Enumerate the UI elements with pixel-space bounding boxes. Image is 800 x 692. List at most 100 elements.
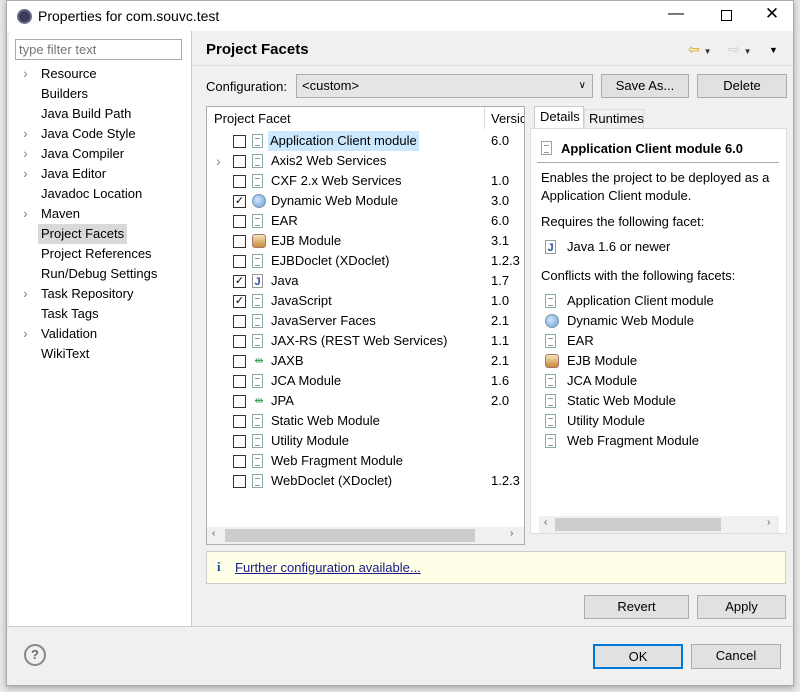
tree-item-project-facets[interactable]: Project Facets	[38, 224, 128, 244]
details-horizontal-scrollbar[interactable]: ‹ ›	[539, 516, 779, 533]
tree-item-maven[interactable]: Maven	[41, 204, 80, 224]
facet-row[interactable]: Utility Module	[207, 431, 524, 451]
tree-item-wikitext[interactable]: WikiText	[41, 344, 89, 364]
tab-runtimes[interactable]: Runtimes	[584, 109, 644, 128]
tree-item-java-compiler[interactable]: Java Compiler	[41, 144, 124, 164]
tree-item-resource[interactable]: Resource	[41, 64, 97, 84]
facet-checkbox[interactable]: ✓	[233, 295, 246, 308]
ok-button[interactable]: OK	[593, 644, 683, 669]
document-icon	[545, 434, 556, 448]
configuration-select[interactable]: <custom> ∨	[296, 74, 593, 98]
facet-checkbox[interactable]	[233, 315, 246, 328]
maximize-button[interactable]	[711, 5, 741, 27]
tree-item-javadoc-location[interactable]: Javadoc Location	[41, 184, 142, 204]
conflicts-item: Web Fragment Module	[541, 431, 781, 451]
expand-chevron-icon[interactable]: ›	[23, 205, 28, 221]
tree-item-java-build-path[interactable]: Java Build Path	[41, 104, 131, 124]
expand-chevron-icon[interactable]: ›	[23, 325, 28, 341]
horizontal-scrollbar[interactable]: ‹ ›	[207, 527, 524, 544]
facet-checkbox[interactable]	[233, 375, 246, 388]
back-icon[interactable]: ⇦ ▼	[688, 41, 712, 58]
details-panel: Application Client module 6.0 Enables th…	[530, 128, 787, 534]
facet-row[interactable]: › Axis2 Web Services	[207, 151, 524, 171]
facet-checkbox[interactable]	[233, 415, 246, 428]
scrollbar-thumb[interactable]	[225, 529, 475, 542]
facet-row[interactable]: ⇹ JAXB 2.1	[207, 351, 524, 371]
document-icon	[252, 214, 263, 228]
tree-item-java-code-style[interactable]: Java Code Style	[41, 124, 136, 144]
conflicts-item: EJB Module	[541, 351, 781, 371]
facet-checkbox[interactable]	[233, 175, 246, 188]
facet-checkbox[interactable]	[233, 435, 246, 448]
facet-name: EJBDoclet (XDoclet)	[271, 253, 390, 268]
facet-row[interactable]: JCA Module 1.6	[207, 371, 524, 391]
facet-row[interactable]: Static Web Module	[207, 411, 524, 431]
tree-item-task-repository[interactable]: Task Repository	[41, 284, 133, 304]
facet-row[interactable]: Application Client module 6.0	[207, 131, 524, 151]
tree-item-validation[interactable]: Validation	[41, 324, 97, 344]
facet-name: EJB Module	[271, 233, 342, 248]
facet-row[interactable]: CXF 2.x Web Services 1.0	[207, 171, 524, 191]
forward-icon[interactable]: ⇨ ▼	[728, 41, 752, 58]
filter-input[interactable]	[15, 39, 182, 60]
facet-version: 3.0	[491, 193, 510, 208]
document-icon	[252, 174, 263, 188]
expand-chevron-icon[interactable]: ›	[23, 125, 28, 141]
expand-chevron-icon[interactable]: ›	[23, 285, 28, 301]
facet-row[interactable]: JAX-RS (REST Web Services) 1.1	[207, 331, 524, 351]
facet-row[interactable]: EAR 6.0	[207, 211, 524, 231]
further-configuration-link[interactable]: Further configuration available...	[235, 560, 421, 575]
facet-row[interactable]: ⇹ JPA 2.0	[207, 391, 524, 411]
java-icon: J	[545, 240, 556, 254]
facet-row[interactable]: ✓ JavaScript 1.0	[207, 291, 524, 311]
facet-checkbox[interactable]	[233, 335, 246, 348]
tree-item-task-tags[interactable]: Task Tags	[41, 304, 99, 324]
expand-chevron-icon[interactable]: ›	[216, 151, 221, 171]
column-header-version[interactable]: Versic	[491, 111, 524, 126]
facet-checkbox[interactable]	[233, 235, 246, 248]
view-menu-icon[interactable]: ▼	[769, 45, 778, 55]
facet-version: 1.0	[491, 293, 510, 308]
facet-row[interactable]: EJBDoclet (XDoclet) 1.2.3	[207, 251, 524, 271]
facet-checkbox[interactable]: ✓	[233, 195, 246, 208]
facet-checkbox[interactable]	[233, 155, 246, 168]
scrollbar-thumb[interactable]	[555, 518, 721, 531]
apply-button[interactable]: Apply	[697, 595, 786, 619]
tree-item-java-editor[interactable]: Java Editor	[41, 164, 106, 184]
facet-checkbox[interactable]	[233, 135, 246, 148]
facet-checkbox[interactable]	[233, 475, 246, 488]
tree-item-builders[interactable]: Builders	[41, 84, 88, 104]
conflicts-item: Dynamic Web Module	[541, 311, 781, 331]
facet-checkbox[interactable]	[233, 395, 246, 408]
facet-row[interactable]: JavaServer Faces 2.1	[207, 311, 524, 331]
facet-name: Axis2 Web Services	[271, 153, 387, 168]
facet-row[interactable]: EJB Module 3.1	[207, 231, 524, 251]
facet-version: 1.7	[491, 273, 510, 288]
tree-item-project-references[interactable]: Project References	[41, 244, 152, 264]
requires-label: Requires the following facet:	[541, 214, 705, 229]
facet-row[interactable]: ✓ Dynamic Web Module 3.0	[207, 191, 524, 211]
facet-name: JAX-RS (REST Web Services)	[271, 333, 448, 348]
facet-checkbox[interactable]: ✓	[233, 275, 246, 288]
tab-details[interactable]: Details	[534, 106, 584, 128]
document-icon	[252, 454, 263, 468]
column-header-facet[interactable]: Project Facet	[214, 111, 291, 126]
facet-row[interactable]: WebDoclet (XDoclet) 1.2.3	[207, 471, 524, 491]
save-as-button[interactable]: Save As...	[601, 74, 689, 98]
delete-button[interactable]: Delete	[697, 74, 787, 98]
expand-chevron-icon[interactable]: ›	[23, 65, 28, 81]
expand-chevron-icon[interactable]: ›	[23, 165, 28, 181]
expand-chevron-icon[interactable]: ›	[23, 145, 28, 161]
facet-checkbox[interactable]	[233, 455, 246, 468]
facet-checkbox[interactable]	[233, 355, 246, 368]
cancel-button[interactable]: Cancel	[691, 644, 781, 669]
revert-button[interactable]: Revert	[584, 595, 689, 619]
facet-row[interactable]: ✓ J Java 1.7	[207, 271, 524, 291]
tree-item-run-debug-settings[interactable]: Run/Debug Settings	[41, 264, 157, 284]
facet-row[interactable]: Web Fragment Module	[207, 451, 524, 471]
minimize-button[interactable]: —	[661, 5, 691, 27]
close-button[interactable]: ✕	[757, 4, 787, 26]
facet-checkbox[interactable]	[233, 255, 246, 268]
help-icon[interactable]: ?	[24, 644, 46, 666]
facet-checkbox[interactable]	[233, 215, 246, 228]
